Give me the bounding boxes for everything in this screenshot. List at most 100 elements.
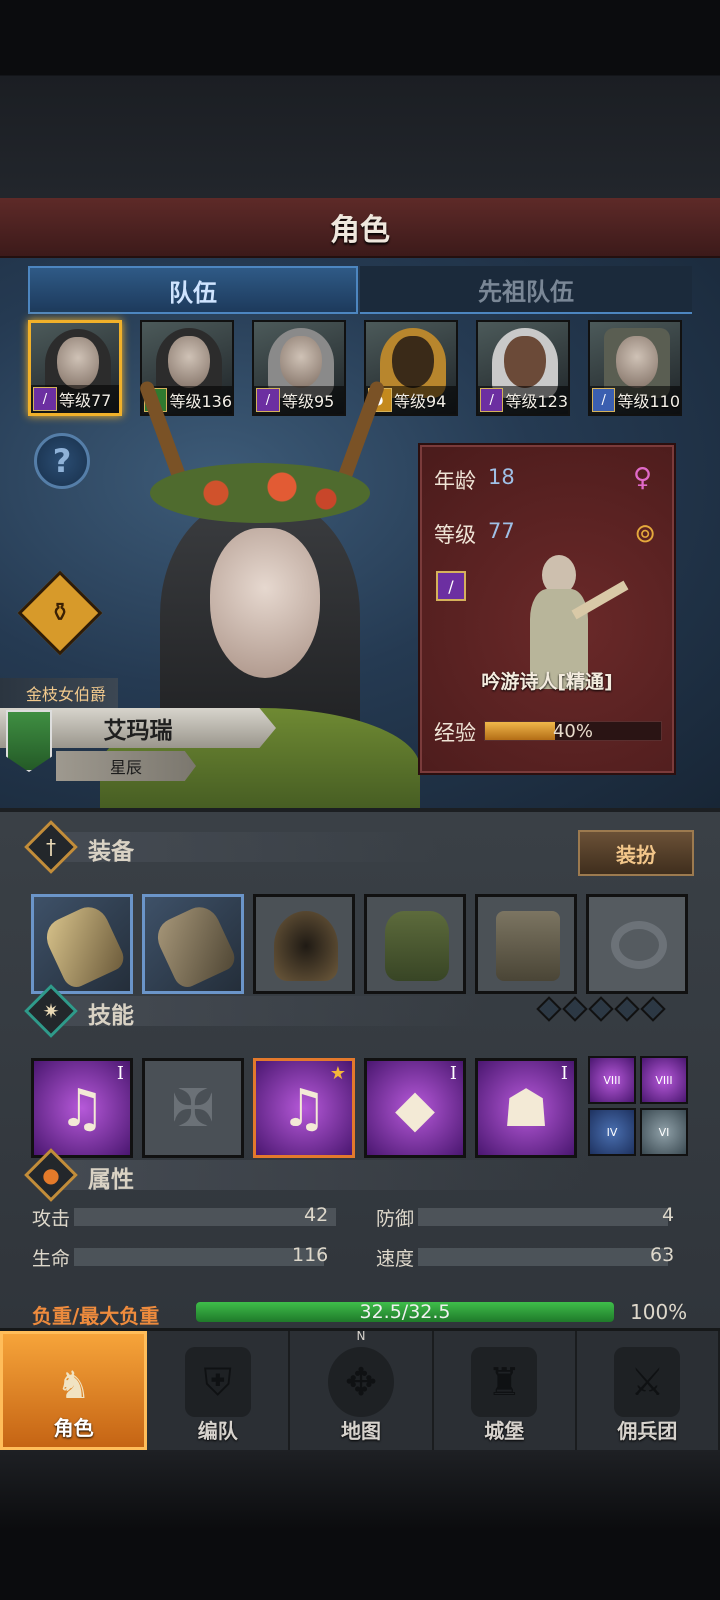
ring-icon <box>611 921 667 969</box>
page-title: 角色 <box>330 213 390 248</box>
skill-slot-5[interactable]: I ☗ <box>475 1058 577 1158</box>
stat-hp: 生命 116 <box>32 1244 338 1270</box>
party-buff-icon: ☗ <box>502 1079 550 1139</box>
passive-rank: VIII <box>655 1073 673 1087</box>
knight-icon: ♞ <box>56 1363 91 1407</box>
age-value: 18 <box>488 465 515 489</box>
potion-icon: ⚱ <box>49 598 71 628</box>
skill-point-gem <box>536 996 562 1022</box>
skill-point-gem <box>562 996 588 1022</box>
music-crystal-icon: ♫ <box>280 1079 328 1139</box>
load-label: 负重/最大负重 <box>32 1304 160 1328</box>
nav-formation[interactable]: ⛨ 编队 <box>147 1331 291 1450</box>
attributes-title: 属性 <box>88 1167 134 1193</box>
nav-label: 编队 <box>197 1419 238 1443</box>
skill-slot-empty[interactable]: ✠ <box>142 1058 244 1158</box>
weapon-icon <box>40 900 128 991</box>
skill-point-gem <box>588 996 614 1022</box>
sword-icon: / <box>592 388 616 412</box>
hero-name-text: 艾玛瑞 <box>103 718 173 744</box>
weapon-icon <box>151 900 239 991</box>
staff-icon: / <box>33 387 57 411</box>
system-nav-area <box>0 1450 720 1600</box>
female-icon: ♀ <box>632 463 652 493</box>
nav-label: 佣兵团 <box>617 1419 678 1443</box>
tab-team[interactable]: 队伍 <box>28 266 358 314</box>
nav-label: 地图 <box>341 1419 381 1443</box>
music-note-icon: ♫ <box>58 1079 106 1139</box>
equip-slot-head[interactable] <box>253 894 355 994</box>
class-name: 吟游诗人[精通] <box>481 671 613 693</box>
potion-button[interactable]: ⚱ <box>17 570 103 656</box>
skill-point-gem <box>640 996 666 1022</box>
character-panel: 队伍 先祖队伍 /等级77 ⟩等级136 /等级95 ◗等级94 /等级123 … <box>0 258 720 808</box>
party-member-5[interactable]: / 等级123 <box>476 320 570 416</box>
hero-title: 金枝女伯爵 <box>0 678 118 708</box>
equipment-title: 装备 <box>88 839 134 865</box>
flower-crown <box>150 463 370 523</box>
stat-value: 4 <box>662 1204 675 1226</box>
nav-mercenary[interactable]: ⚔ 佣兵团 <box>577 1331 720 1450</box>
stat-label: 防御 <box>376 1208 415 1230</box>
load-bar: 32.5/32.5 <box>196 1302 614 1322</box>
stat-speed: 速度 63 <box>376 1244 686 1270</box>
passive-skill-1[interactable]: VIII <box>588 1056 636 1104</box>
passive-rank: IV <box>606 1125 618 1139</box>
skill-slot-1[interactable]: I ♫ <box>31 1058 133 1158</box>
stat-label: 速度 <box>376 1248 415 1270</box>
passive-skill-2[interactable]: VIII <box>640 1056 688 1104</box>
portrait-face <box>504 336 546 388</box>
tab-ancestor-team[interactable]: 先祖队伍 <box>360 266 692 314</box>
stat-defense: 防御 4 <box>376 1204 686 1230</box>
boots-icon <box>496 911 560 981</box>
marriage-ring-icon[interactable]: ⊚ <box>634 519 656 549</box>
load-text: 32.5/32.5 <box>359 1301 451 1323</box>
passive-skill-3[interactable]: IV <box>588 1108 636 1156</box>
equip-slot-body[interactable] <box>364 894 466 994</box>
nav-castle[interactable]: ♜ 城堡 <box>434 1331 577 1450</box>
castle-icon: ♜ <box>471 1347 538 1417</box>
equip-slot-weapon-main[interactable] <box>31 894 133 994</box>
skill-slot-4[interactable]: I ◆ <box>364 1058 466 1158</box>
hero-rank: 星辰 <box>56 751 196 781</box>
nav-character[interactable]: ♞ 角色 <box>0 1331 148 1450</box>
details-panel: † 装备 装扮 ✷ 技能 I ♫ ✠ ★ ♫ I ◆ I ☗ VIII VIII IV … <box>0 808 720 1328</box>
stat-attack: 攻击 42 <box>32 1204 338 1230</box>
status-bar-area <box>0 0 720 198</box>
nav-map[interactable]: N ✥ 地图 <box>290 1329 434 1450</box>
level-value: 77 <box>488 519 515 543</box>
equip-slot-weapon-off[interactable] <box>142 894 244 994</box>
exp-bar: 40% <box>484 721 662 742</box>
hood-icon <box>274 911 338 981</box>
dagger-icon: † <box>24 820 78 874</box>
skills-title: 技能 <box>88 1003 134 1029</box>
equip-slot-feet[interactable] <box>475 894 577 994</box>
hero-face <box>210 528 320 678</box>
exp-label: 经验 <box>434 721 476 745</box>
compass-icon: ✥ <box>328 1347 394 1417</box>
party-member-6[interactable]: / 等级110 <box>588 320 682 416</box>
title-bar: 角色 <box>0 198 720 258</box>
equip-slot-ring[interactable] <box>586 894 688 994</box>
help-button[interactable]: ? <box>34 433 90 489</box>
passive-rank: VI <box>658 1125 670 1139</box>
stat-value: 116 <box>292 1244 329 1266</box>
compass-north: N <box>356 1329 366 1343</box>
skill-slot-3[interactable]: ★ ♫ <box>253 1058 355 1158</box>
portrait-face <box>616 336 658 388</box>
stat-label: 生命 <box>32 1248 71 1270</box>
tunic-icon <box>385 911 449 981</box>
skill-point-gem <box>614 996 640 1022</box>
stat-label: 攻击 <box>32 1208 71 1230</box>
portrait-face <box>57 337 99 389</box>
staff-icon: / <box>436 571 466 601</box>
passive-skill-4[interactable]: VI <box>640 1108 688 1156</box>
crystal-icon: ◆ <box>395 1079 435 1139</box>
info-card: 年龄 18 ♀ 等级 77 ⊚ / 吟游诗人[精通] 经验 40% <box>418 443 676 775</box>
nav-label: 城堡 <box>484 1419 525 1443</box>
passive-rank: VIII <box>603 1073 621 1087</box>
party-level: 等级110 <box>617 392 680 411</box>
dress-up-button[interactable]: 装扮 <box>578 830 694 876</box>
level-label: 等级 <box>434 523 476 547</box>
stat-value: 63 <box>650 1244 675 1266</box>
